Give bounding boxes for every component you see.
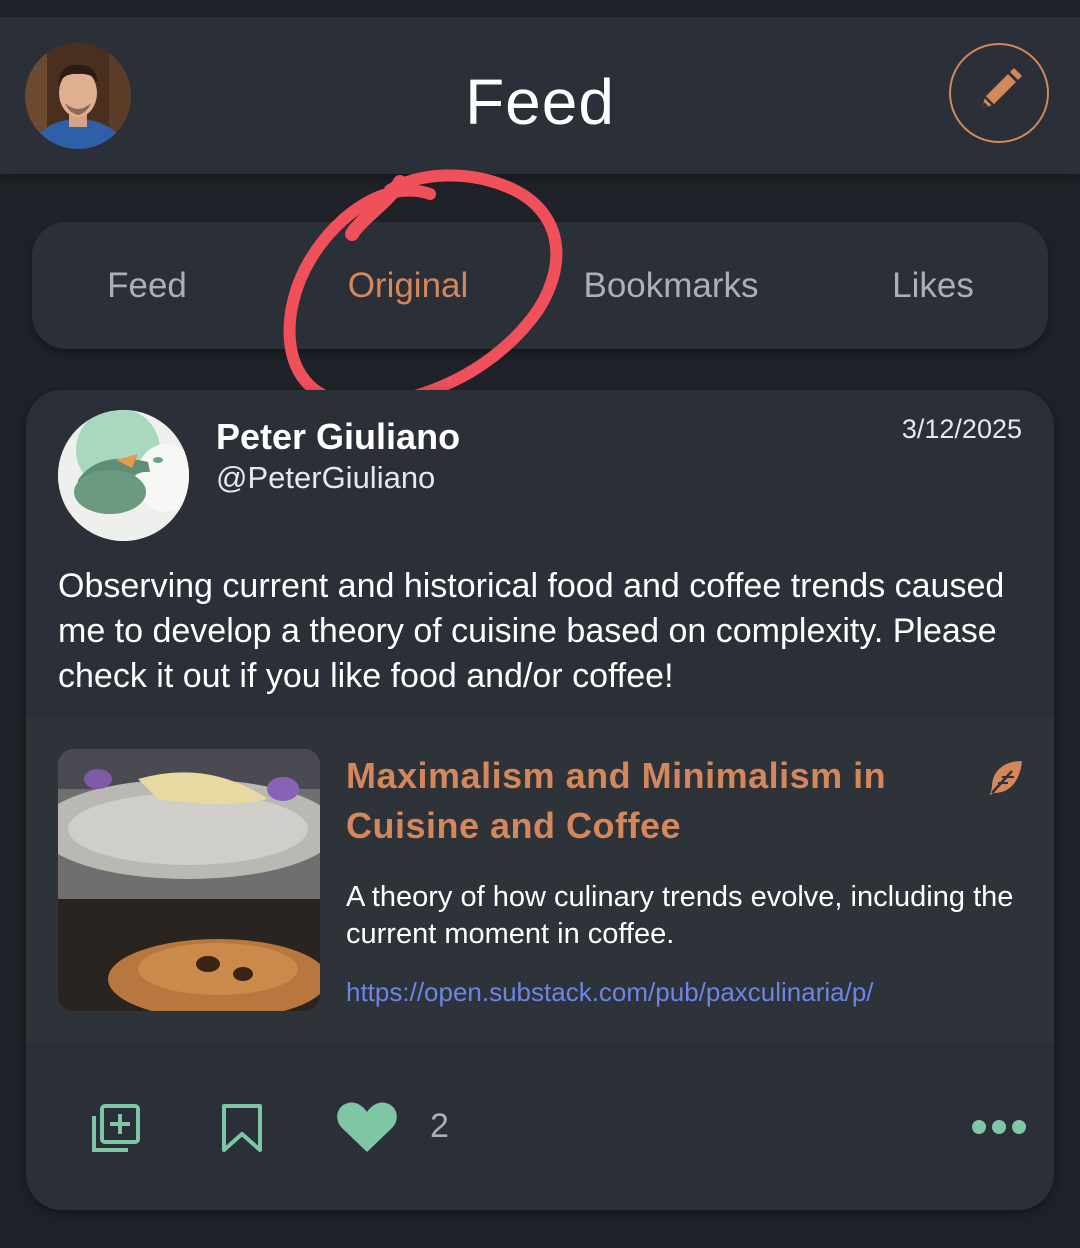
heart-icon[interactable] [336, 1100, 398, 1159]
link-description: A theory of how culinary trends evolve, … [346, 881, 1014, 950]
author-avatar[interactable] [58, 410, 189, 541]
more-icon[interactable] [970, 1118, 1028, 1141]
top-bar: Feed [0, 17, 1080, 174]
compose-button[interactable] [949, 43, 1049, 143]
page-title: Feed [465, 66, 615, 138]
tab-likes[interactable]: Likes [882, 222, 984, 349]
link-title[interactable]: Maximalism and Minimalism in Cuisine and… [346, 751, 946, 851]
tab-original[interactable]: Original [338, 222, 478, 349]
link-preview[interactable]: Maximalism and Minimalism in Cuisine and… [26, 717, 1054, 1043]
tab-bar: Feed Original Bookmarks Likes [32, 222, 1048, 349]
bookmark-icon[interactable] [220, 1102, 264, 1159]
author-name[interactable]: Peter Giuliano [216, 416, 460, 458]
pencil-icon [972, 64, 1026, 123]
post-text: Observing current and historical food an… [58, 567, 1005, 695]
tab-bookmarks[interactable]: Bookmarks [576, 222, 766, 349]
post-date: 3/12/2025 [901, 414, 1022, 444]
link-thumbnail[interactable] [58, 749, 320, 1011]
add-to-collection-icon[interactable] [90, 1102, 142, 1159]
feather-icon [984, 757, 1026, 799]
tab-feed[interactable]: Feed [82, 222, 212, 349]
link-url[interactable]: https://open.substack.com/pub/paxculinar… [346, 977, 874, 1008]
author-handle[interactable]: @PeterGiuliano [216, 460, 435, 496]
like-count: 2 [430, 1107, 449, 1145]
post-card: Peter Giuliano @PeterGiuliano 3/12/2025 … [26, 390, 1054, 1210]
